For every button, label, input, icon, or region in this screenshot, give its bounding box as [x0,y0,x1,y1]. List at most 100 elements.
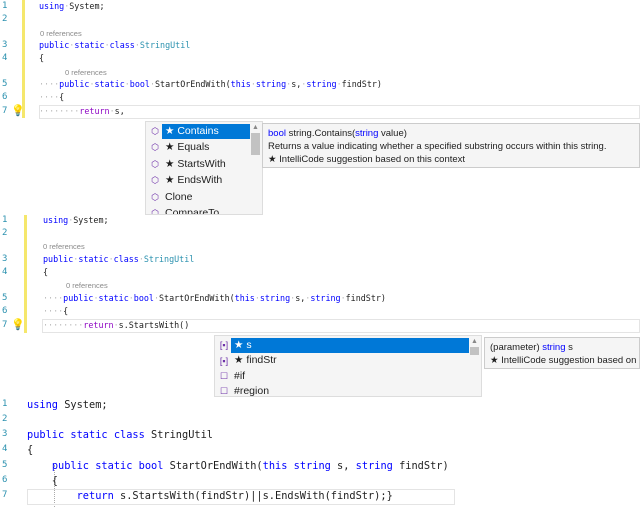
code-line[interactable]: public·static·class·StringUtil [43,254,194,264]
parameter-icon: [▪] [219,340,229,350]
code-token: string [259,293,291,303]
method-icon: ⬡ [151,125,159,136]
code-token: string [255,79,287,89]
code-line[interactable]: ····public·static·bool·StartOrEndWith(th… [39,79,382,89]
line-number: 6 [2,92,8,102]
lightbulb-icon[interactable]: 💡 [11,318,25,331]
completion-list[interactable]: ▲ ⬡ ★ Contains ⬡ ★ Equals ⬡ ★ StartsWith ⬡ ★ En… [145,121,263,215]
code-line[interactable]: using System; [27,399,108,411]
code-token: { [27,444,34,456]
line-number: 4 [2,53,8,63]
code-token: { [63,306,69,316]
sig-rest: s [565,342,573,353]
code-token: System; [69,1,105,11]
line-number: 6 [2,475,8,485]
code-line[interactable]: using·System; [43,215,109,225]
sig-type: bool [268,128,286,139]
code-line[interactable]: ····{ [43,306,68,316]
code-line[interactable]: public static class StringUtil [27,429,213,441]
code-line[interactable]: { [39,53,44,63]
line-number: 1 [2,1,8,11]
completion-item[interactable]: ☐ #if [215,368,469,384]
quickinfo-tooltip: bool string.Contains(string value) Retur… [262,123,640,168]
code-line[interactable]: using·System; [39,1,105,11]
line-number: 7 [2,490,8,500]
code-token: { [43,267,49,277]
completion-list[interactable]: ▲ [▪] ★ s [▪] ★ findStr ☐ #if ☐ #region [214,335,482,397]
code-token: bool [129,79,150,89]
code-token: { [27,475,58,487]
line-number: 6 [2,306,8,316]
completion-item[interactable]: ⬡ ★ EndsWith [146,173,250,189]
code-token: static [74,40,105,50]
completion-item-label: ★ findStr [234,354,277,366]
code-token: bool [133,293,154,303]
codelens-references[interactable]: 0 references [65,68,107,77]
scrollbar[interactable]: ▲ [251,124,260,155]
code-token: public [27,429,65,441]
code-token: return [83,320,114,330]
code-token: findStr) [341,79,382,89]
completion-item[interactable]: ⬡ Clone [146,189,250,205]
code-token: StartOrEndWith( [159,293,235,303]
code-token: s, [330,460,356,472]
completion-item[interactable]: ⬡ ★ StartsWith [146,156,250,172]
code-line[interactable]: { [43,267,48,277]
code-token: class [113,429,145,441]
code-token: class [109,40,135,50]
lightbulb-icon[interactable]: 💡 [11,104,25,117]
method-icon: ⬡ [151,191,159,202]
code-line[interactable]: ····public·static·bool·StartOrEndWith(th… [43,293,386,303]
method-icon: ⬡ [151,175,159,185]
code-token: string [293,460,331,472]
code-token: bool [138,460,164,472]
code-token: StringUtil [139,40,191,50]
editor-panel-3: 1 using System; 2 3 public static class Stri… [0,395,640,507]
code-token: findStr) [345,293,386,303]
code-line[interactable]: ····{ [39,92,64,102]
line-number: 5 [2,79,8,89]
codelens-references[interactable]: 0 references [40,29,82,38]
code-token: this [234,293,255,303]
codelens-references[interactable]: 0 references [43,242,85,251]
code-token: using [39,1,65,11]
quickinfo-tooltip: (parameter) string s ★ IntelliCode sugge… [484,337,640,369]
scrollbar[interactable]: ▲ [470,338,479,355]
code-token: s.StartsWith() [118,320,190,330]
code-token: static [98,293,129,303]
code-token: findStr) [392,460,449,472]
code-line[interactable]: { [27,475,58,487]
code-token: return [76,490,114,502]
code-token: s.StartsWith(findStr)||s.EndsWith(findSt… [113,490,393,502]
completion-item[interactable]: ⬡ ★ Contains [146,123,250,139]
code-token: string [355,460,393,472]
code-line[interactable]: { [27,444,33,456]
code-line[interactable]: return s.StartsWith(findStr)||s.EndsWith… [27,490,393,502]
completion-item-label: ★ Equals [165,141,210,153]
code-token: static [95,460,133,472]
codelens-references[interactable]: 0 references [66,281,108,290]
code-token: public [39,40,70,50]
code-token: StartOrEndWith( [155,79,231,89]
code-token: ········ [43,320,84,330]
intellicode-note: ★ IntelliCode suggestion based on this c… [268,154,466,165]
completion-item[interactable]: [▪] ★ findStr [215,353,469,369]
line-number: 2 [2,228,8,238]
code-line[interactable]: ········return·s, [39,106,125,116]
completion-item-label: Clone [165,190,193,203]
completion-item[interactable]: [▪] ★ s [215,337,469,353]
line-number: 4 [2,267,8,277]
code-line[interactable]: public static bool StartOrEndWith(this s… [27,460,449,472]
code-line[interactable]: ········return·s.StartsWith() [43,320,189,330]
sig-param-name: value) [378,128,407,139]
code-token: { [39,53,45,63]
code-token: ········ [39,106,80,116]
editor-panel-1: 💡 1 using·System; 2 3 public·static·class·St… [0,0,640,215]
code-token: return [79,106,110,116]
line-number: 7 [2,320,8,330]
code-token: static [78,254,109,264]
code-line[interactable]: public·static·class·StringUtil [39,40,190,50]
completion-item[interactable]: ⬡ ★ Equals [146,140,250,156]
line-number: 3 [2,254,8,264]
